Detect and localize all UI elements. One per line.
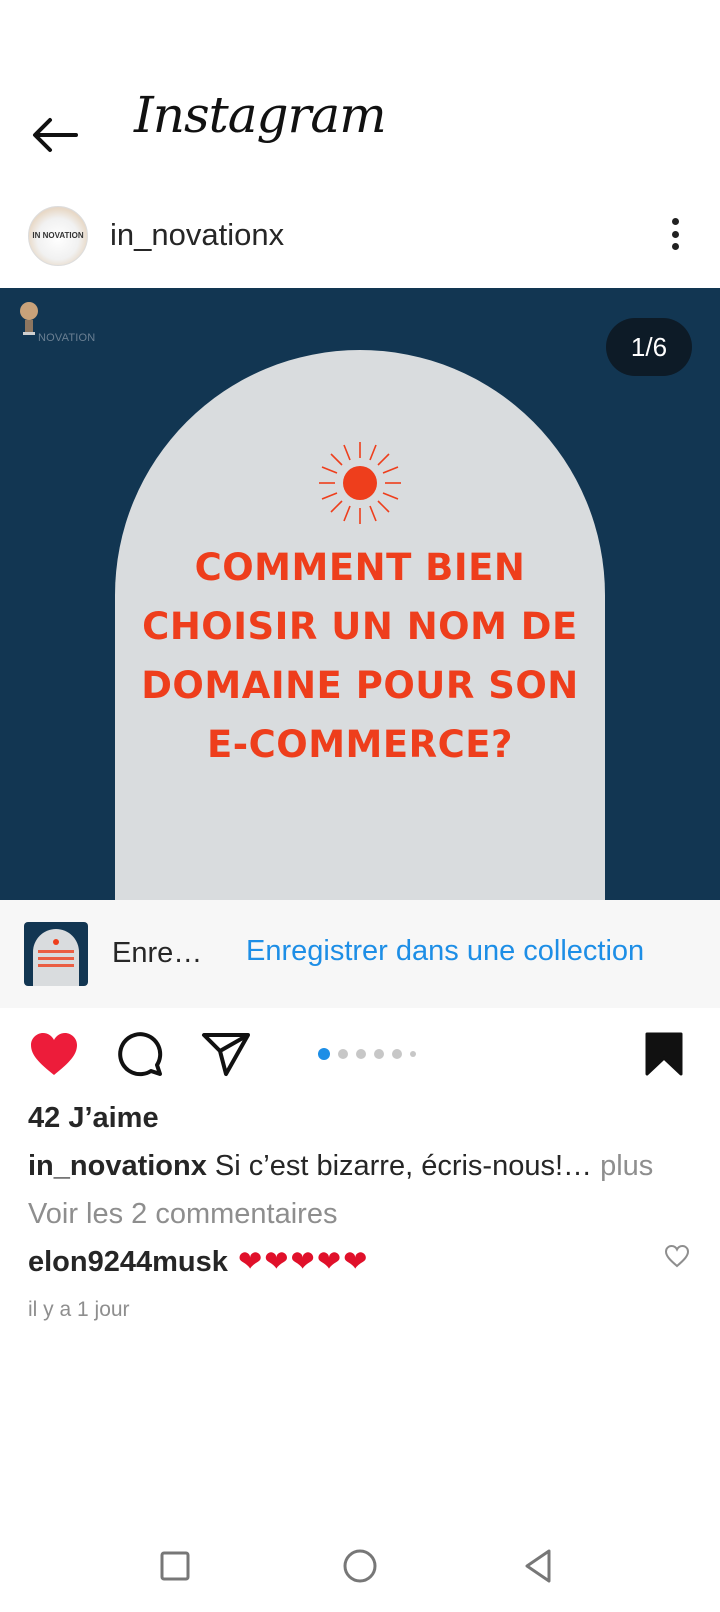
comment-username[interactable]: elon9244musk bbox=[28, 1246, 228, 1278]
post-actions bbox=[0, 1018, 720, 1090]
comment-icon bbox=[118, 1032, 163, 1077]
more-options-button[interactable] bbox=[660, 214, 690, 254]
avatar-logo-text: IN NOVATION bbox=[32, 231, 84, 240]
comment-text: ❤❤❤❤❤ bbox=[227, 1246, 370, 1278]
status-bar-area bbox=[0, 0, 720, 80]
send-icon bbox=[202, 1033, 250, 1076]
save-button[interactable] bbox=[636, 1026, 692, 1082]
recents-button[interactable] bbox=[153, 1544, 197, 1588]
back-button[interactable] bbox=[28, 108, 82, 162]
post-headline: COMMENT BIEN CHOISIR UN NOM DE DOMAINE P… bbox=[115, 538, 605, 774]
carousel-dot bbox=[392, 1049, 402, 1059]
headline-line: E-COMMERCE? bbox=[206, 723, 514, 766]
carousel-dot bbox=[356, 1049, 366, 1059]
post-caption: in_novationx Si c’est bizarre, écris-nou… bbox=[28, 1150, 653, 1183]
post-timestamp: il y a 1 jour bbox=[28, 1298, 130, 1321]
carousel-dot bbox=[374, 1049, 384, 1059]
post-header: IN NOVATION in_novationx bbox=[0, 200, 720, 280]
heart-outline-icon bbox=[664, 1244, 690, 1268]
bookmark-filled-icon bbox=[645, 1032, 683, 1076]
triangle-back-icon bbox=[525, 1549, 551, 1583]
caption-text: Si c’est bizarre, écris-nous!… bbox=[206, 1150, 593, 1182]
carousel-dot bbox=[338, 1049, 348, 1059]
share-button[interactable] bbox=[198, 1026, 254, 1082]
caption-more-link[interactable]: plus bbox=[592, 1150, 653, 1182]
save-thumbnail bbox=[24, 922, 88, 986]
arrow-left-icon bbox=[33, 118, 78, 152]
saved-label: Enre… bbox=[112, 937, 203, 969]
heart-filled-icon bbox=[31, 1033, 77, 1075]
brand-watermark-text: NOVATION bbox=[38, 332, 96, 344]
likes-count[interactable]: 42 J’aime bbox=[28, 1102, 159, 1135]
square-icon bbox=[160, 1551, 190, 1581]
save-to-collection-link[interactable]: Enregistrer dans une collection bbox=[246, 935, 644, 968]
top-bar: Instagram bbox=[0, 80, 720, 190]
avatar[interactable]: IN NOVATION bbox=[28, 206, 88, 266]
carousel-counter: 1/6 bbox=[606, 318, 692, 376]
comment-like-button[interactable] bbox=[664, 1244, 692, 1272]
comment-item: elon9244musk ❤❤❤❤❤ bbox=[28, 1244, 369, 1279]
carousel-dot-active bbox=[318, 1048, 330, 1060]
post-media[interactable]: NOVATION 1/6 COMMENT BIEN CHOISIR UN NOM… bbox=[0, 288, 720, 900]
headline-line: CHOISIR UN NOM DE bbox=[142, 605, 578, 648]
save-collection-banner: Enre… Enregistrer dans une collection bbox=[0, 900, 720, 1008]
more-vertical-icon bbox=[671, 218, 679, 225]
post-username[interactable]: in_novationx bbox=[110, 217, 284, 253]
headline-line: COMMENT BIEN bbox=[194, 546, 526, 589]
system-nav-bar bbox=[0, 1530, 720, 1600]
carousel-dot bbox=[410, 1051, 416, 1057]
home-button[interactable] bbox=[338, 1544, 382, 1588]
like-button[interactable] bbox=[26, 1026, 82, 1082]
caption-username[interactable]: in_novationx bbox=[28, 1150, 207, 1182]
sun-icon bbox=[319, 442, 401, 524]
circle-icon bbox=[343, 1549, 377, 1583]
app-logo: Instagram bbox=[134, 86, 387, 144]
headline-line: DOMAINE POUR SON bbox=[141, 664, 579, 707]
brand-watermark: NOVATION bbox=[12, 298, 96, 344]
view-comments-link[interactable]: Voir les 2 commentaires bbox=[28, 1198, 337, 1231]
comment-button[interactable] bbox=[112, 1026, 168, 1082]
carousel-indicator bbox=[318, 1048, 416, 1060]
nav-back-button[interactable] bbox=[516, 1544, 560, 1588]
